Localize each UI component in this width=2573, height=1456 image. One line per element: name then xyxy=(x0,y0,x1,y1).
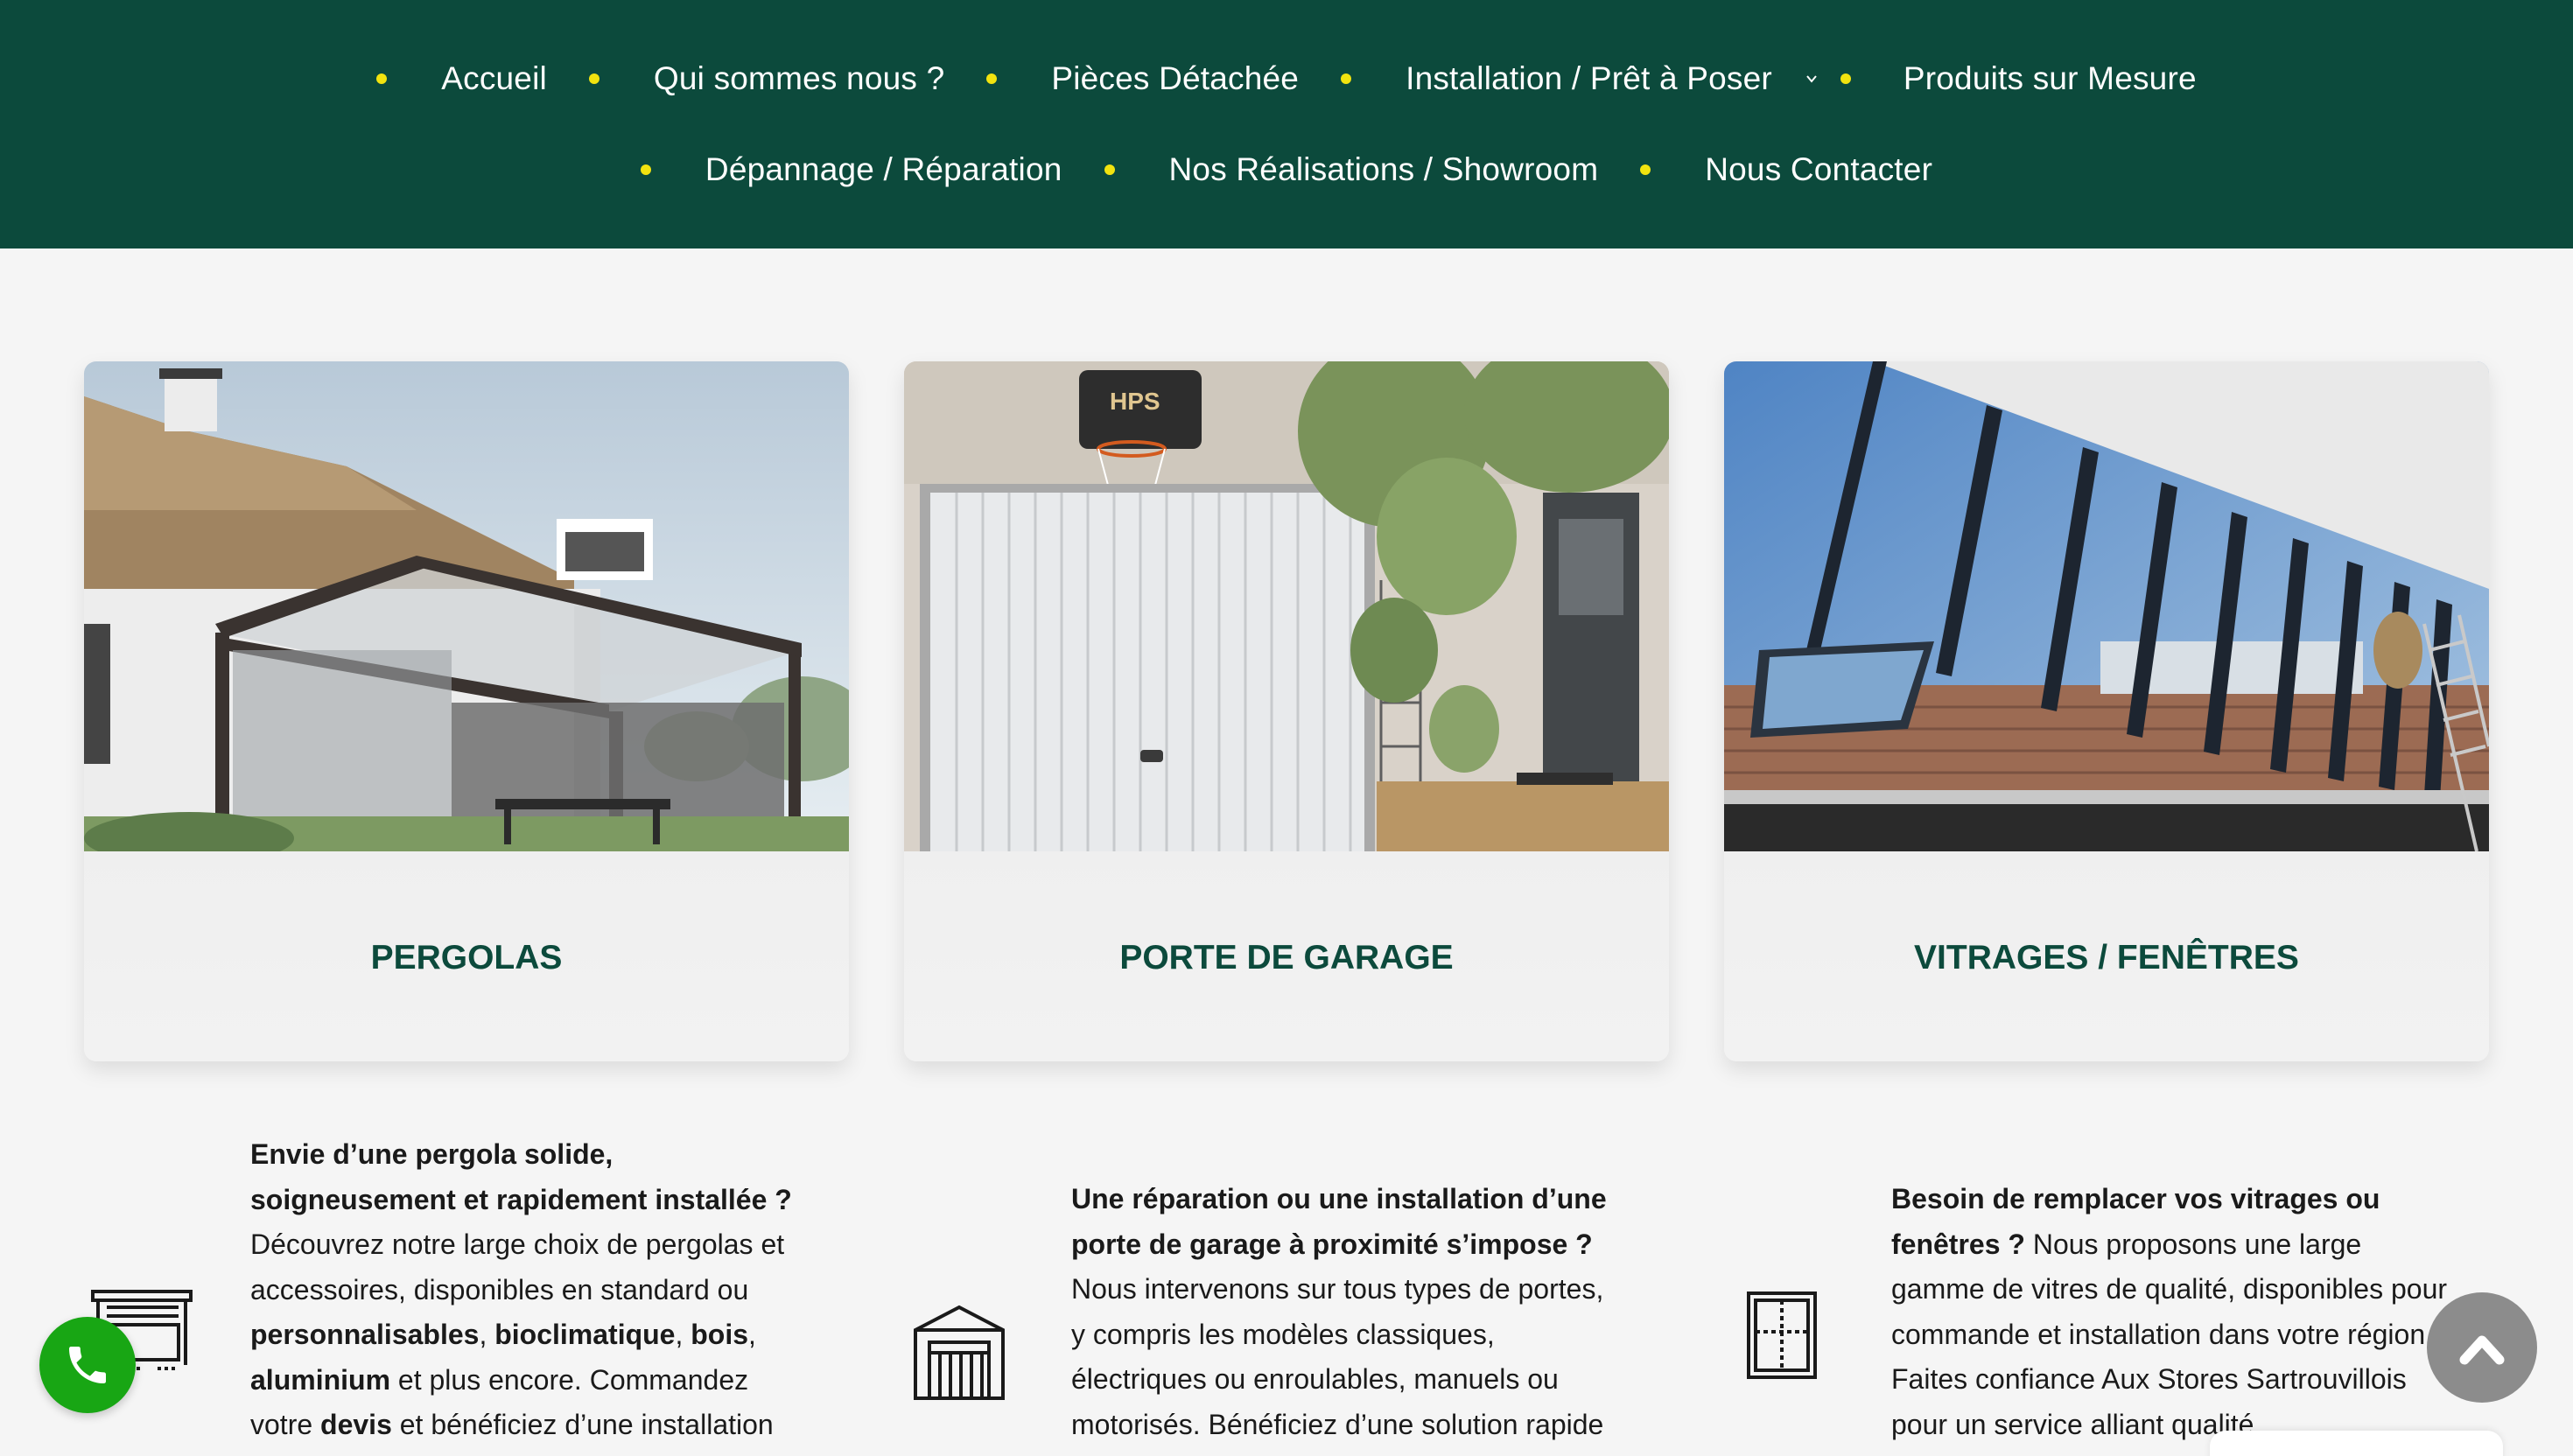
nav-item-label: Installation / Prêt à Poser xyxy=(1406,60,1772,96)
card-porte-de-garage[interactable]: HPS PORTE DE GARAGE xyxy=(904,361,1669,1061)
nav-item-label: Nous Contacter xyxy=(1705,151,1933,187)
nav-item-accueil[interactable]: Accueil xyxy=(376,60,589,97)
nav-bullet-icon xyxy=(1640,164,1651,175)
vitrage-description: Besoin de remplacer vos vitrages ou fenê… xyxy=(1891,1183,2448,1440)
nav-item-produits-sur-mesure[interactable]: Produits sur Mesure xyxy=(1840,60,2197,97)
call-button[interactable] xyxy=(39,1317,136,1413)
nav-bullet-icon xyxy=(1840,74,1851,84)
nav-bullet-icon xyxy=(986,74,998,84)
phone-icon xyxy=(69,1347,106,1383)
nav-item-label: Pièces Détachée xyxy=(1051,60,1300,96)
svg-text:HPS: HPS xyxy=(1110,388,1160,415)
pergola-photo xyxy=(84,361,849,851)
nav-bullet-icon xyxy=(1104,164,1115,175)
nav-row-primary: Accueil Qui sommes nous ? Pièces Détaché… xyxy=(0,52,2573,105)
nav-bullet-icon xyxy=(376,74,388,84)
card-title: VITRAGES / FENÊTRES xyxy=(1724,851,2489,1061)
garage-door-photo: HPS xyxy=(904,361,1669,851)
card-pergolas[interactable]: PERGOLAS xyxy=(84,361,849,1061)
arrow-up-icon xyxy=(2459,1335,2505,1365)
nav-item-realisations[interactable]: Nos Réalisations / Showroom xyxy=(1104,151,1641,188)
garage-icon xyxy=(914,1305,1005,1400)
nav-item-label: Qui sommes nous ? xyxy=(653,60,945,96)
pergola-description: Envie d’une pergola solide, soigneusemen… xyxy=(250,1138,792,1440)
window-icon xyxy=(1747,1292,1817,1379)
nav-item-depannage[interactable]: Dépannage / Réparation xyxy=(640,151,1104,188)
nav-item-label: Accueil xyxy=(441,60,547,96)
nav-bullet-icon xyxy=(588,74,599,84)
chat-widget-tab[interactable] xyxy=(2210,1431,2503,1456)
nav-item-label: Nos Réalisations / Showroom xyxy=(1168,151,1599,187)
nav-item-pieces-detachee[interactable]: Pièces Détachée xyxy=(986,60,1341,97)
nav-row-secondary: Dépannage / Réparation Nos Réalisations … xyxy=(0,144,2573,196)
nav-bullet-icon xyxy=(640,164,651,175)
garage-description: Une réparation ou une installation d’une… xyxy=(1071,1183,1607,1440)
nav-bullet-icon xyxy=(1341,74,1352,84)
main-navigation: Accueil Qui sommes nous ? Pièces Détaché… xyxy=(0,0,2573,248)
nav-item-label: Produits sur Mesure xyxy=(1903,60,2197,96)
nav-item-qui-sommes-nous[interactable]: Qui sommes nous ? xyxy=(588,60,986,97)
scroll-to-top-button[interactable] xyxy=(2427,1292,2537,1403)
nav-item-installation[interactable]: Installation / Prêt à Poser xyxy=(1341,60,1840,97)
nav-item-contact[interactable]: Nous Contacter xyxy=(1640,151,1932,188)
nav-item-label: Dépannage / Réparation xyxy=(705,151,1062,187)
card-title: PERGOLAS xyxy=(84,851,849,1061)
card-title: PORTE DE GARAGE xyxy=(904,851,1669,1061)
window-glazing-photo xyxy=(1724,361,2489,851)
card-vitrages-fenetres[interactable]: VITRAGES / FENÊTRES xyxy=(1724,361,2489,1061)
chevron-down-icon[interactable] xyxy=(1805,73,1818,85)
